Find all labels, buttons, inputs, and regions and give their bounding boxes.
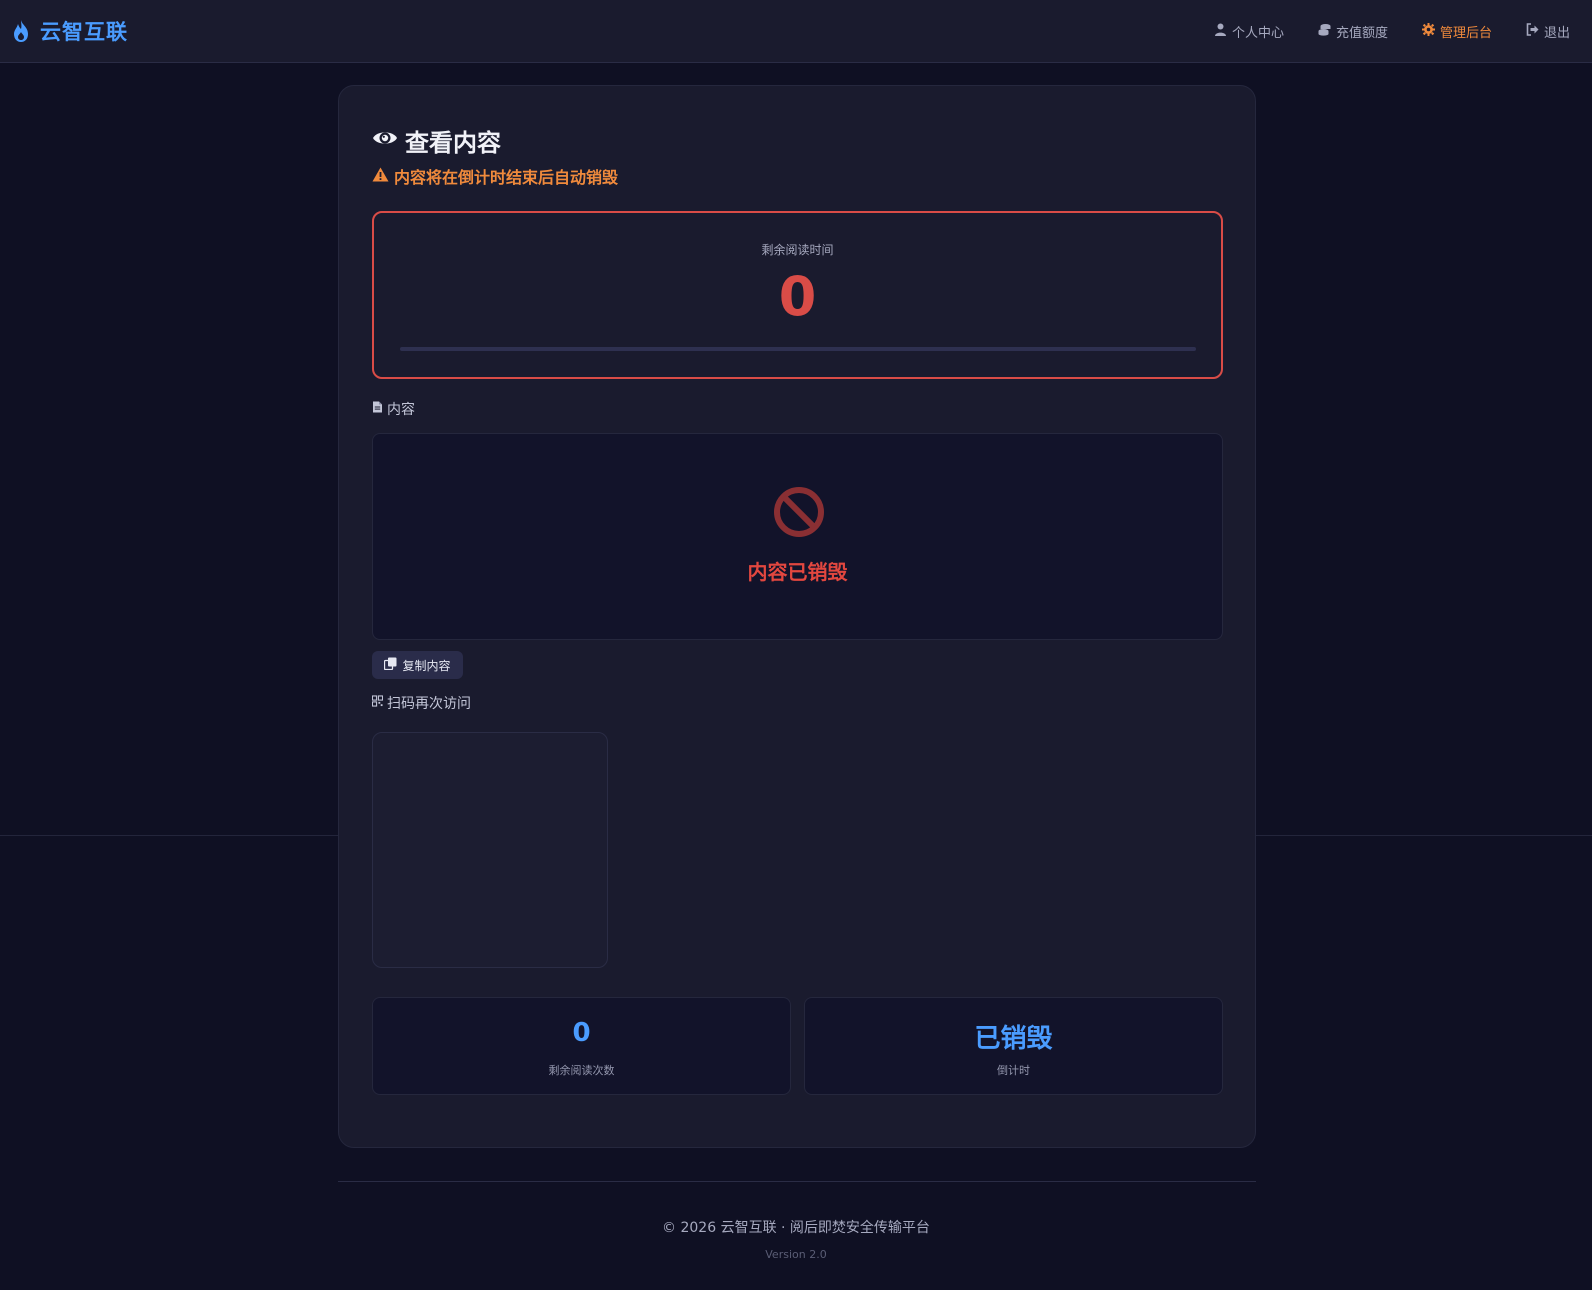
- content-section-label: 内容: [372, 399, 415, 419]
- stat-countdown: 已销毁 倒计时: [804, 997, 1223, 1095]
- nav-admin[interactable]: 管理后台: [1421, 22, 1492, 41]
- logout-icon: [1526, 22, 1539, 40]
- qr-code-area: [372, 732, 608, 968]
- copy-content-button[interactable]: 复制内容: [372, 651, 463, 679]
- flame-icon: [10, 19, 32, 43]
- coins-icon: [1318, 23, 1331, 40]
- destroy-warning: 内容将在倒计时结束后自动销毁: [372, 164, 618, 188]
- nav-recharge[interactable]: 充值额度: [1318, 22, 1388, 41]
- brand[interactable]: 云智互联: [10, 16, 128, 46]
- nav-profile[interactable]: 个人中心: [1214, 22, 1284, 41]
- countdown-label: 剩余阅读时间: [761, 243, 834, 257]
- footer-copyright: © 2026 云智互联 · 阅后即焚安全传输平台: [662, 1220, 930, 1236]
- view-content-card: 查看内容 内容将在倒计时结束后自动销毁 剩余阅读时间 0 内容 内容已销毁 复制…: [338, 85, 1256, 1148]
- stat-countdown-value: 已销毁: [974, 1024, 1053, 1054]
- content-display: 内容已销毁: [372, 433, 1223, 640]
- stat-countdown-label: 倒计时: [997, 1064, 1030, 1077]
- countdown-progress-bar: [400, 347, 1196, 351]
- countdown-value: 0: [778, 265, 817, 328]
- copy-content-label: 复制内容: [402, 658, 451, 673]
- content-section-text: 内容: [387, 402, 415, 418]
- countdown-panel: 剩余阅读时间 0: [372, 211, 1223, 379]
- warning-icon: [372, 167, 389, 186]
- page-title: 查看内容: [372, 123, 501, 158]
- stat-remaining-reads-value: 0: [572, 1018, 591, 1048]
- top-navbar: 云智互联 个人中心 充值额度 管理后台 退出: [0, 0, 1592, 63]
- prohibited-icon: [773, 486, 825, 538]
- nav-admin-label: 管理后台: [1439, 25, 1492, 41]
- document-icon: [372, 401, 383, 417]
- content-destroyed-status: 内容已销毁: [747, 560, 848, 584]
- stat-remaining-reads: 0 剩余阅读次数: [372, 997, 791, 1095]
- footer-version: Version 2.0: [765, 1248, 827, 1261]
- eye-icon: [372, 125, 398, 157]
- brand-name: 云智互联: [40, 20, 128, 44]
- qr-section-label: 扫码再次访问: [371, 693, 471, 713]
- nav-recharge-label: 充值额度: [1335, 25, 1388, 41]
- nav-profile-label: 个人中心: [1231, 25, 1284, 41]
- copy-icon: [384, 657, 397, 673]
- nav-logout[interactable]: 退出: [1526, 22, 1570, 41]
- gear-icon: [1421, 22, 1435, 40]
- page-title-text: 查看内容: [405, 129, 501, 157]
- main-nav: 个人中心 充值额度 管理后台 退出: [1214, 22, 1570, 41]
- user-icon: [1214, 23, 1227, 40]
- nav-logout-label: 退出: [1543, 25, 1570, 41]
- stat-remaining-reads-label: 剩余阅读次数: [548, 1064, 615, 1077]
- footer-divider: [338, 1181, 1256, 1182]
- warning-text: 内容将在倒计时结束后自动销毁: [394, 168, 619, 187]
- qrcode-icon: [371, 695, 384, 711]
- qr-section-text: 扫码再次访问: [387, 696, 471, 712]
